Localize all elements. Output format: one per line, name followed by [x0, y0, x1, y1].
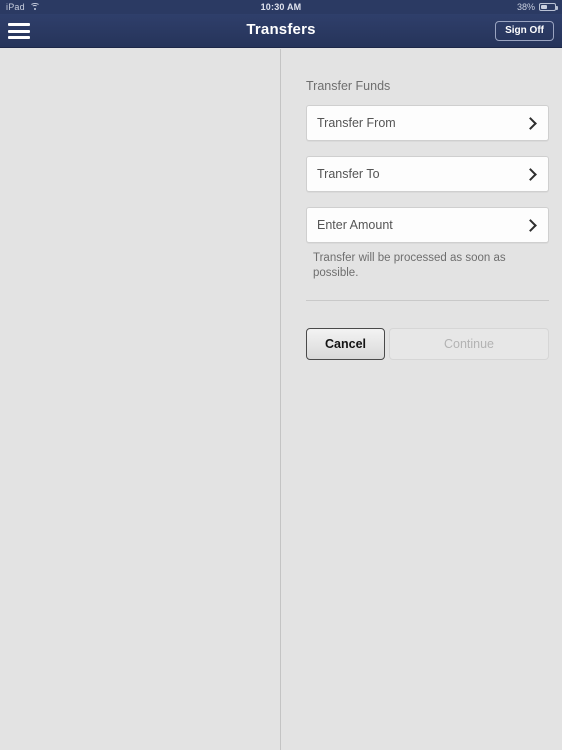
chevron-right-icon	[524, 167, 537, 181]
continue-button[interactable]: Continue	[389, 328, 549, 360]
status-bar-right: 38%	[516, 2, 558, 12]
status-bar-left: iPad	[6, 2, 40, 12]
battery-percent-label: 38%	[516, 2, 535, 12]
form-divider	[306, 300, 549, 301]
sign-off-button[interactable]: Sign Off	[495, 21, 554, 41]
section-title: Transfer Funds	[306, 79, 391, 93]
transfer-from-label: Transfer From	[317, 116, 396, 130]
left-detail-panel	[0, 49, 281, 750]
enter-amount-field[interactable]: Enter Amount	[306, 207, 549, 243]
battery-icon	[539, 3, 558, 11]
transfer-form-panel: Transfer Funds Transfer From Transfer To…	[282, 49, 562, 750]
cancel-button[interactable]: Cancel	[306, 328, 385, 360]
helper-text: Transfer will be processed as soon as po…	[313, 252, 506, 279]
navigation-bar: Transfers Sign Off	[0, 14, 562, 48]
wifi-icon	[29, 3, 40, 11]
enter-amount-label: Enter Amount	[317, 218, 393, 232]
transfer-to-label: Transfer To	[317, 167, 380, 181]
status-bar: iPad 10:30 AM 38%	[0, 0, 562, 14]
transfer-from-field[interactable]: Transfer From	[306, 105, 549, 141]
device-name-label: iPad	[6, 2, 25, 12]
status-bar-clock: 10:30 AM	[260, 2, 302, 12]
page-title: Transfers	[246, 21, 316, 38]
chevron-right-icon	[524, 116, 537, 130]
transfer-to-field[interactable]: Transfer To	[306, 156, 549, 192]
chevron-right-icon	[524, 218, 537, 232]
